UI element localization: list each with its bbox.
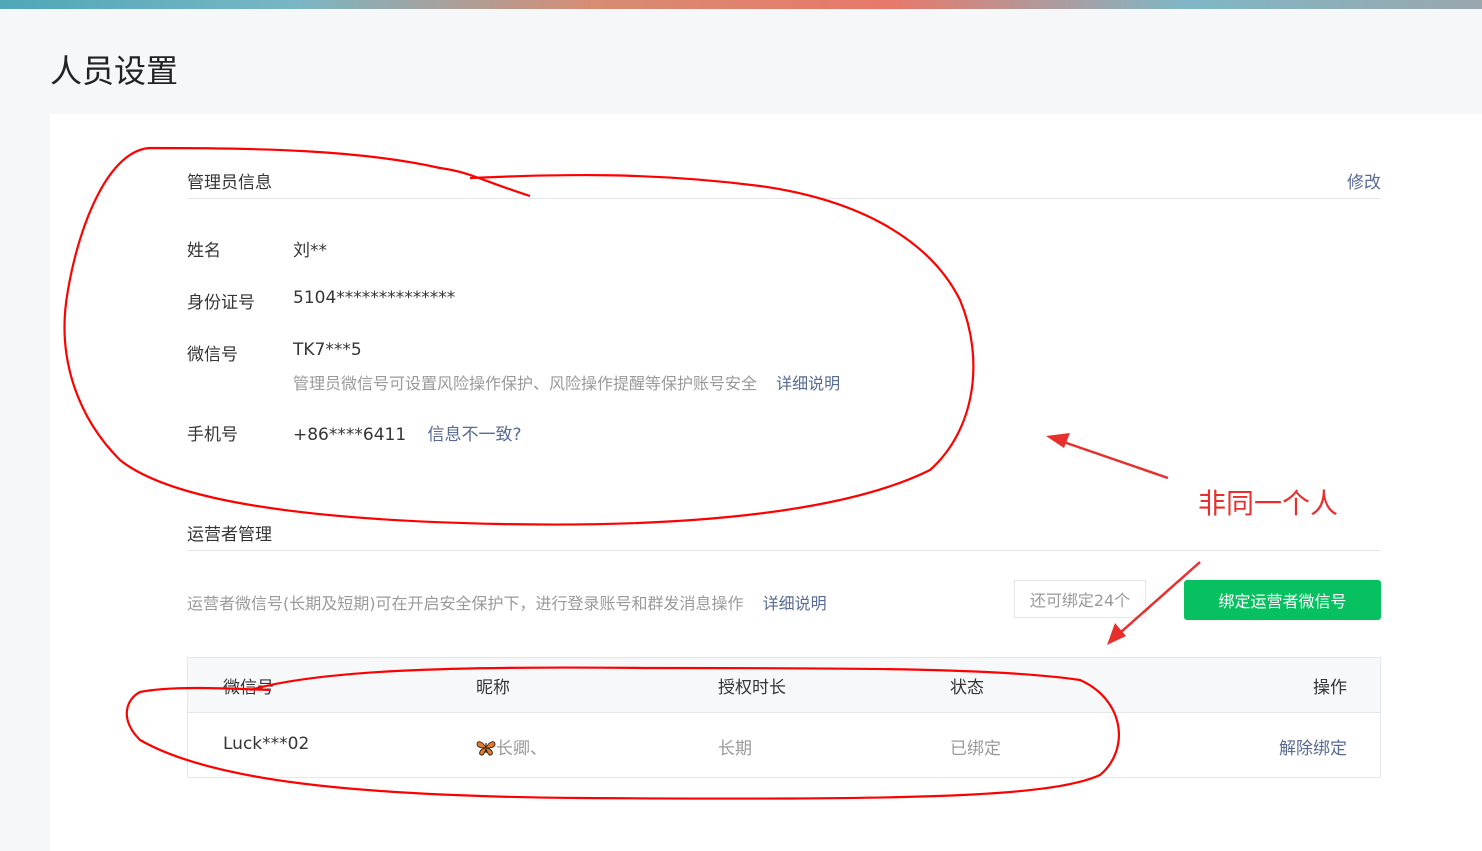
name-value: 刘** [293, 241, 327, 261]
operators-section-title: 运营者管理 [187, 525, 272, 545]
top-gradient-bar [0, 0, 1482, 9]
admin-section-title: 管理员信息 [187, 173, 272, 193]
page-title: 人员设置 [50, 52, 179, 90]
butterfly-icon [476, 741, 496, 756]
row-duration: 长期 [718, 739, 752, 759]
wechat-detail-link[interactable]: 详细说明 [776, 374, 840, 393]
phone-label: 手机号 [187, 425, 238, 445]
column-action: 操作 [1313, 678, 1347, 698]
operators-table: 微信号 昵称 授权时长 状态 操作 Luck***02 长卿、 长期 已绑定 解… [187, 657, 1381, 778]
info-mismatch-link[interactable]: 信息不一致? [428, 425, 522, 445]
column-nickname: 昵称 [476, 678, 510, 698]
unbind-link[interactable]: 解除绑定 [1279, 734, 1347, 759]
row-nickname: 长卿、 [476, 734, 547, 759]
column-duration: 授权时长 [718, 678, 786, 698]
operators-description: 运营者微信号(长期及短期)可在开启安全保护下，进行登录账号和群发消息操作 详细说… [187, 590, 827, 614]
phone-value: +86****6411 信息不一致? [293, 420, 522, 445]
phone-number: +86****6411 [293, 425, 407, 445]
wechat-label: 微信号 [187, 345, 238, 365]
wechat-tip-text: 管理员微信号可设置风险操作保护、风险操作提醒等保护账号安全 [293, 374, 758, 393]
table-header: 微信号 昵称 授权时长 状态 操作 [188, 658, 1380, 713]
column-wechat-id: 微信号 [223, 678, 274, 698]
bind-quota-badge: 还可绑定24个 [1014, 580, 1146, 618]
operators-description-text: 运营者微信号(长期及短期)可在开启安全保护下，进行登录账号和群发消息操作 [187, 594, 744, 613]
row-status: 已绑定 [950, 739, 1001, 759]
name-label: 姓名 [187, 241, 221, 261]
annotation-text: 非同一个人 [1198, 487, 1339, 520]
wechat-value: TK7***5 [293, 340, 362, 360]
bind-operator-button[interactable]: 绑定运营者微信号 [1184, 580, 1381, 620]
row-nickname-text: 长卿、 [496, 739, 547, 759]
id-number-label: 身份证号 [187, 293, 255, 313]
wechat-tip: 管理员微信号可设置风险操作保护、风险操作提醒等保护账号安全 详细说明 [293, 370, 840, 394]
edit-link[interactable]: 修改 [1347, 168, 1381, 193]
id-number-value: 5104************** [293, 288, 456, 308]
column-status: 状态 [950, 678, 984, 698]
operators-detail-link[interactable]: 详细说明 [763, 594, 827, 613]
admin-section-header: 管理员信息 修改 [187, 158, 1381, 199]
table-row: Luck***02 长卿、 长期 已绑定 解除绑定 [188, 713, 1380, 777]
row-wechat-id: Luck***02 [223, 734, 310, 754]
